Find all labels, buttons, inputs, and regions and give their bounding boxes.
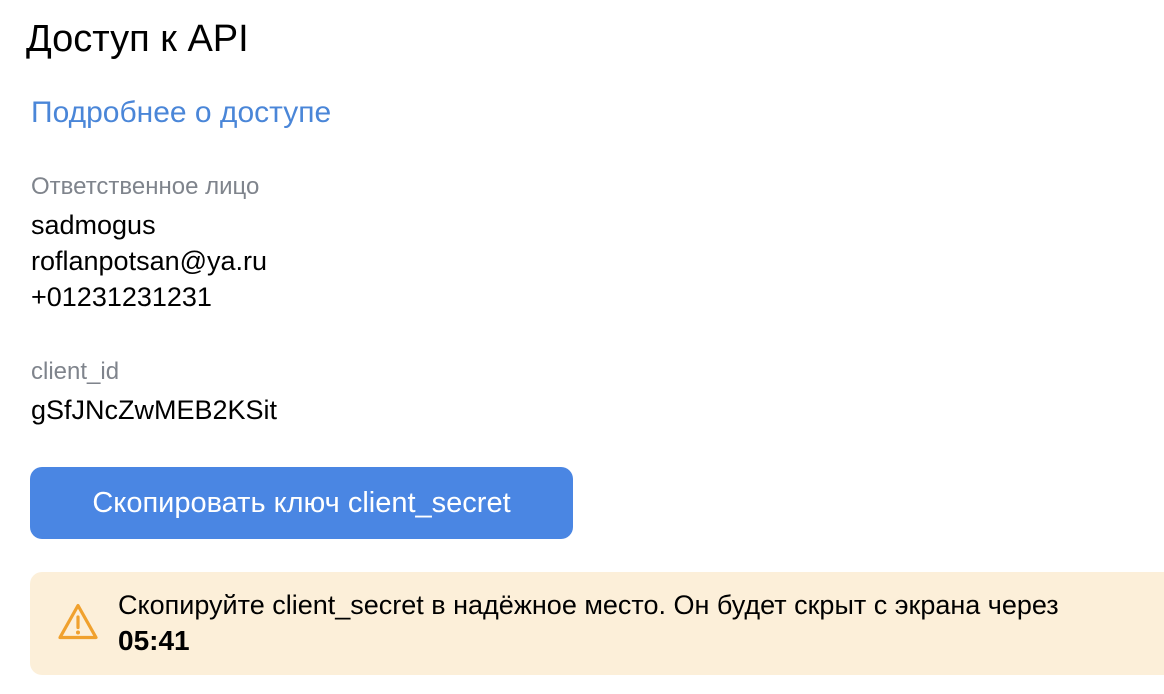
- warning-message: Скопируйте client_secret в надёжное мест…: [118, 590, 1059, 620]
- warning-countdown-timer: 05:41: [118, 625, 190, 656]
- warning-triangle-icon: [58, 603, 98, 640]
- access-info-link[interactable]: Подробнее о доступе: [31, 94, 331, 132]
- responsible-person-email: roflanpotsan@ya.ru: [31, 246, 268, 276]
- responsible-person-label: Ответственное лицо: [31, 173, 260, 200]
- responsible-person-name: sadmogus: [31, 210, 156, 240]
- responsible-person-phone: +01231231231: [31, 282, 212, 312]
- client-id-value: gSfJNcZwMEB2KSit: [31, 395, 278, 425]
- warning-banner: Скопируйте client_secret в надёжное мест…: [30, 572, 1164, 675]
- page-title: Доступ к API: [26, 18, 249, 60]
- client-id-label: client_id: [31, 358, 120, 385]
- copy-client-secret-button[interactable]: Скопировать ключ client_secret: [30, 467, 573, 539]
